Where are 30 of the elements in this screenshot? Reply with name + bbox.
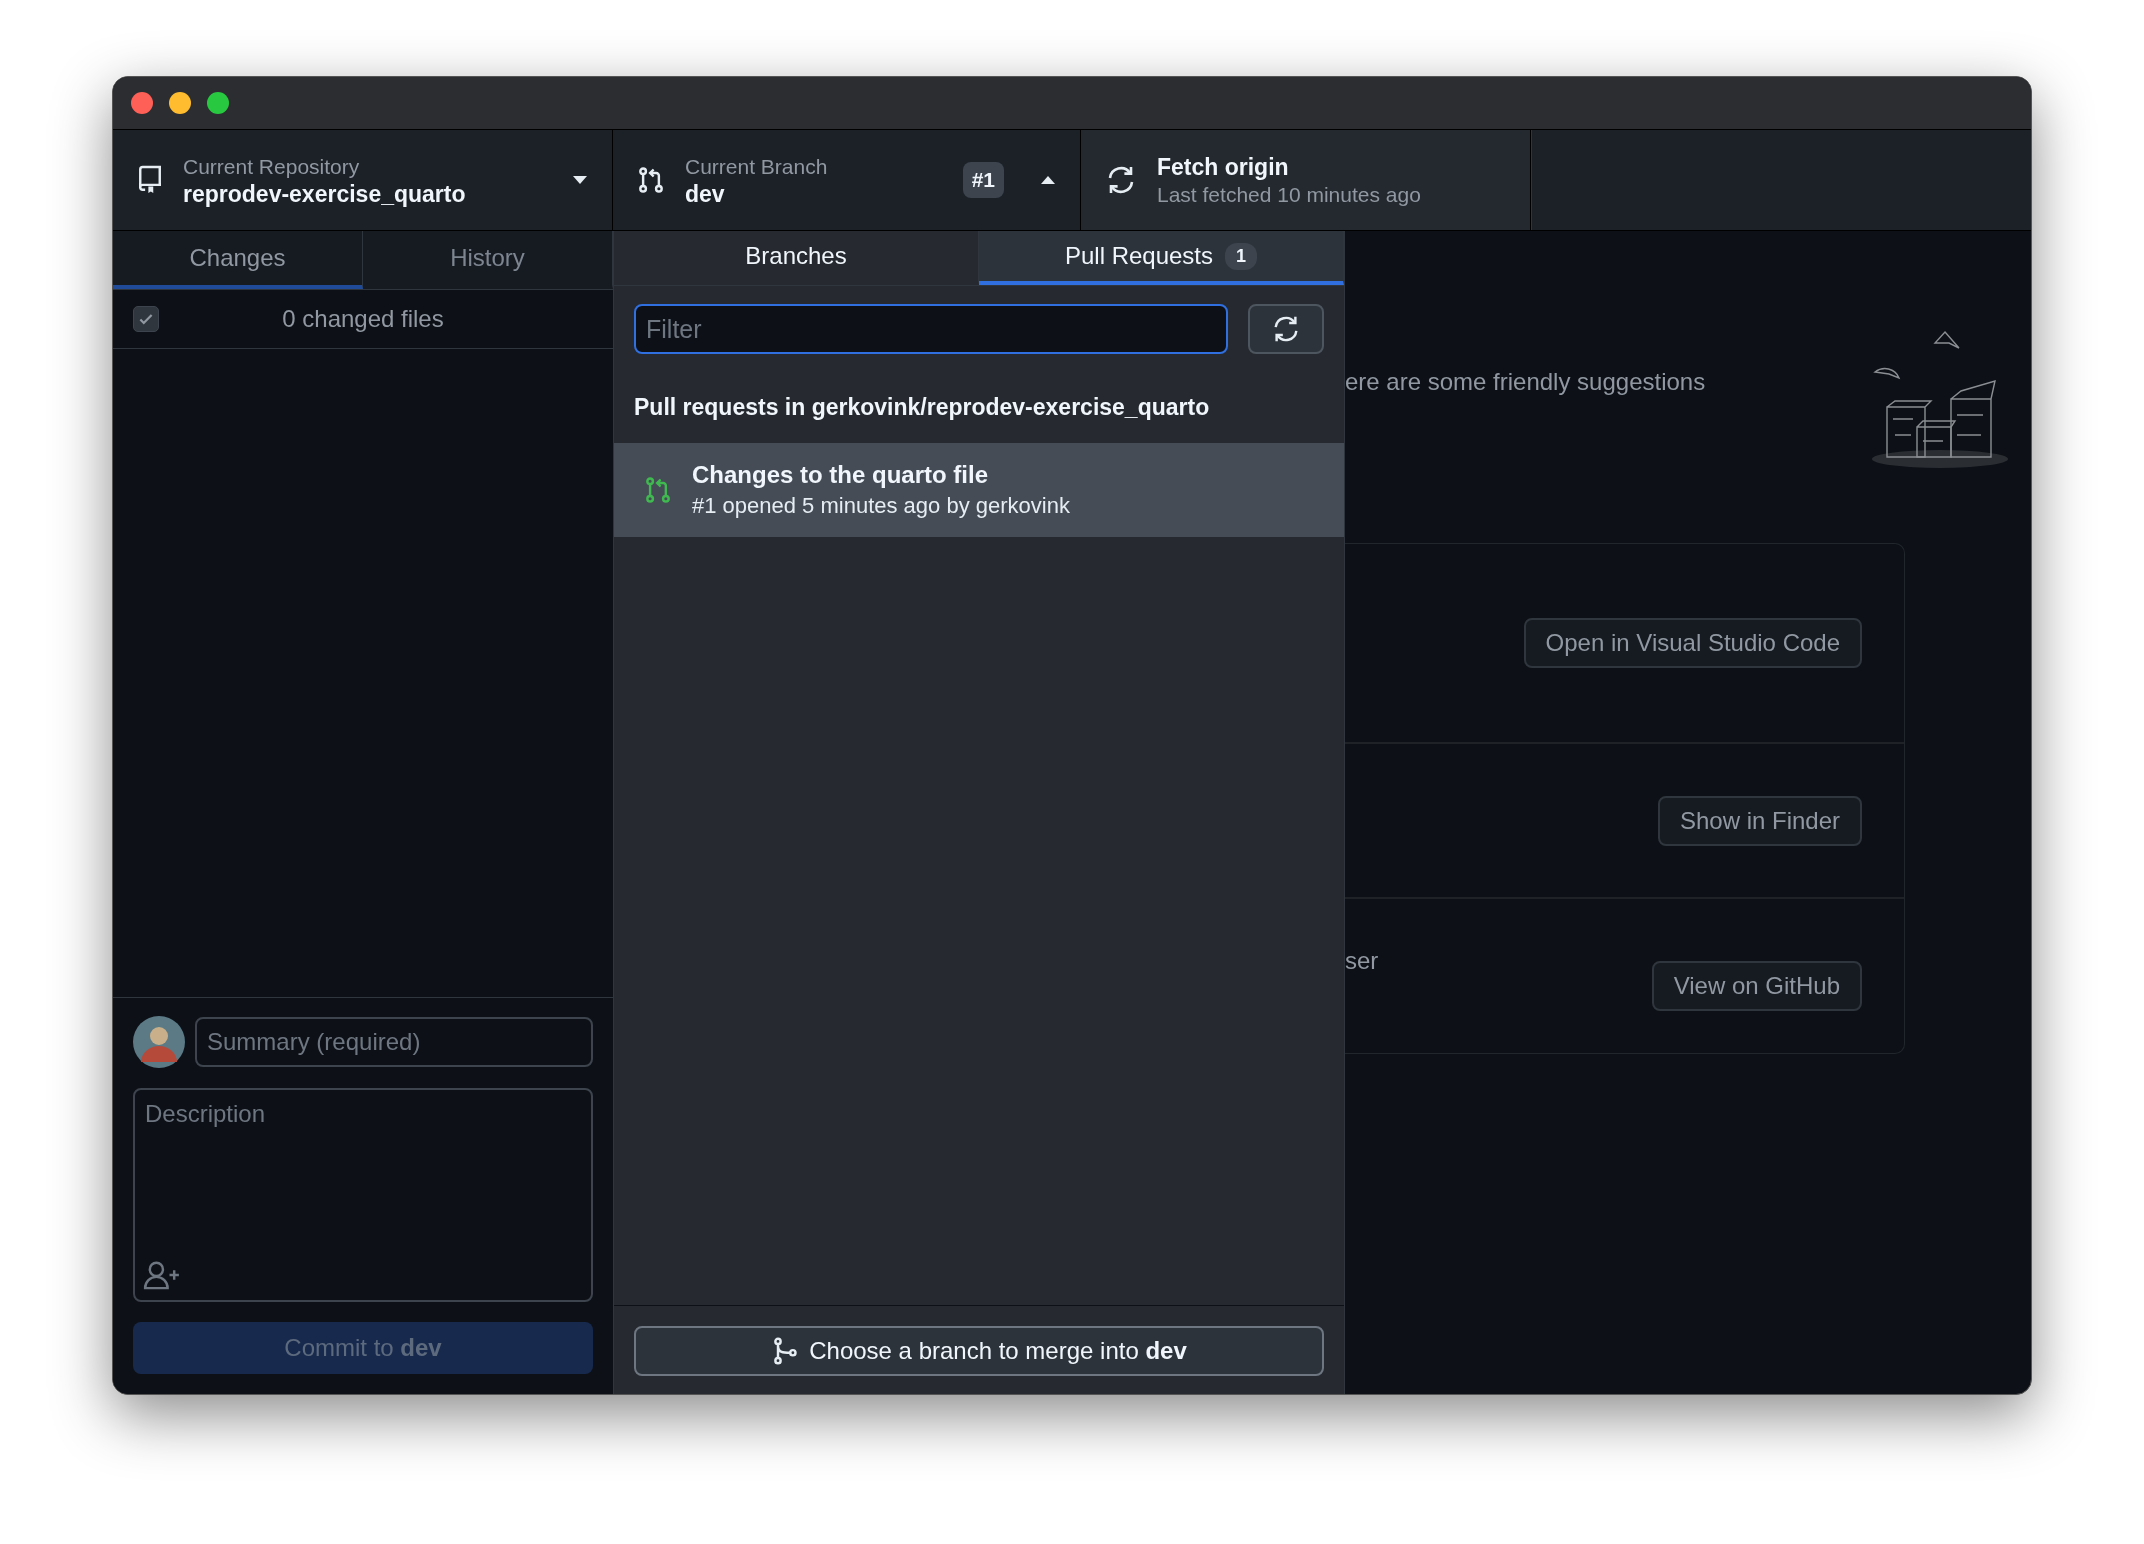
avatar	[133, 1016, 185, 1068]
zoom-icon[interactable]	[207, 92, 229, 114]
select-all-checkbox[interactable]	[133, 306, 159, 332]
sidebar-tab[interactable]: Changes	[113, 231, 363, 289]
suggestion-text: ser	[1345, 947, 1379, 975]
filter-field[interactable]: Filter	[634, 304, 1228, 354]
pull-request-icon	[644, 475, 672, 505]
fetch-button[interactable]: Fetch origin Last fetched 10 minutes ago	[1081, 130, 1531, 230]
suggestion-button[interactable]: View on GitHub	[1651, 961, 1862, 1011]
pull-request-meta: #1 opened 5 minutes ago by gerkovink	[692, 493, 1070, 519]
add-person-icon[interactable]	[143, 1260, 181, 1290]
minimize-icon[interactable]	[169, 92, 191, 114]
sidebar-tab[interactable]: History	[363, 231, 613, 289]
refresh-button[interactable]	[1248, 304, 1324, 354]
menu-tab[interactable]: Pull Requests 1	[979, 231, 1344, 285]
suggestion-button[interactable]: Open in Visual Studio Code	[1523, 618, 1862, 668]
close-icon[interactable]	[131, 92, 153, 114]
pr-badge: #1	[962, 162, 1004, 198]
caret-down-icon	[572, 175, 588, 185]
branch-icon	[771, 1336, 800, 1366]
merge-button[interactable]: Choose a branch to merge into dev	[634, 1326, 1324, 1376]
list-heading: Pull requests in gerkovink/reprodev-exercise_quarto	[633, 393, 1211, 422]
pull-request-title: Changes to the quarto file	[692, 461, 989, 489]
suggestions-intro: ere are some friendly suggestions	[1345, 368, 1707, 396]
changed-files-count: 0 changed files	[281, 305, 445, 333]
count-badge: 1	[1225, 242, 1258, 270]
pull-request-item[interactable]: Changes to the quarto file #1 opened 5 minutes ago by gerkovink	[614, 443, 1344, 537]
suggestion-button[interactable]: Show in Finder	[1657, 795, 1862, 846]
pull-request-icon	[637, 165, 665, 195]
repo-icon	[137, 165, 163, 195]
